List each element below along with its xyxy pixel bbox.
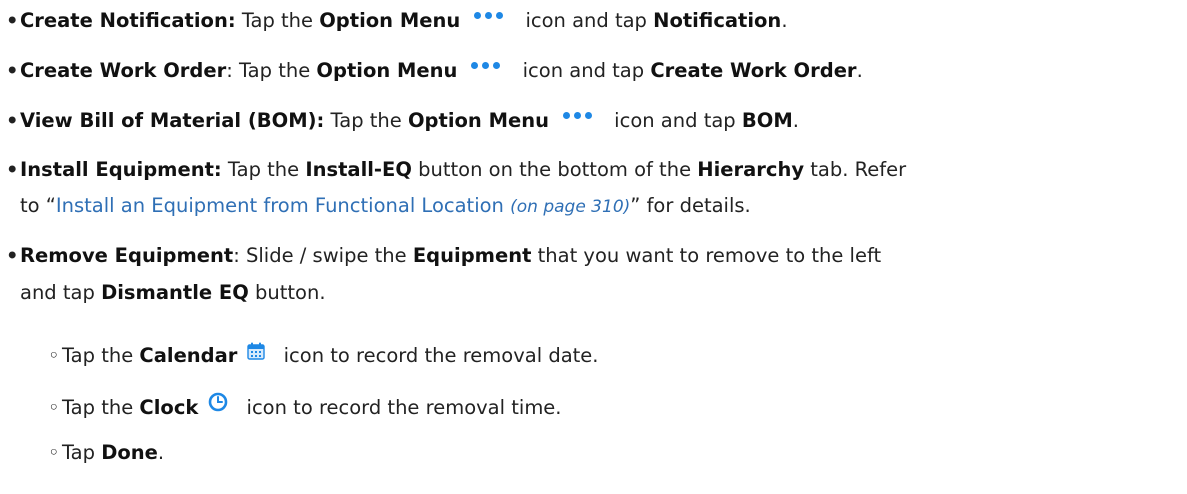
- bullet: •: [6, 158, 19, 181]
- three-dots-icon: [474, 12, 504, 19]
- bom-label: BOM: [741, 109, 793, 132]
- sub-bullet: ◦: [48, 344, 60, 367]
- done-label: Done: [101, 441, 158, 464]
- item-title: Create Work Order: [20, 59, 227, 82]
- bullet: •: [6, 59, 19, 82]
- list-item-view-bom: •View Bill of Material (BOM): Tap the Op…: [6, 109, 799, 132]
- calendar-label: Calendar: [139, 344, 238, 367]
- clock-icon: [208, 392, 228, 419]
- option-menu-label: Option Menu: [407, 109, 549, 132]
- install-equipment-link[interactable]: Install an Equipment from Functional Loc…: [56, 194, 630, 217]
- sub-item-calendar: ◦ Tap the Calendar icon to record the rem…: [48, 341, 599, 369]
- item-title: Remove Equipment: [20, 244, 234, 267]
- work-order-label: Create Work Order: [650, 59, 857, 82]
- equipment-label: Equipment: [412, 244, 532, 267]
- sub-bullet: ◦: [48, 396, 60, 419]
- bullet: •: [6, 9, 19, 32]
- option-menu-label: Option Menu: [316, 59, 458, 82]
- sub-item-done: ◦ Tap Done.: [48, 441, 165, 464]
- bullet: •: [6, 109, 19, 132]
- dismantle-eq-label: Dismantle EQ: [101, 281, 249, 304]
- list-item-install-equipment: •Install Equipment: Tap the Install-EQ b…: [6, 158, 907, 181]
- hierarchy-label: Hierarchy: [697, 158, 805, 181]
- three-dots-icon: [562, 112, 592, 119]
- bullet: •: [6, 244, 19, 267]
- calendar-icon: [247, 341, 266, 367]
- list-item-remove-equipment: •Remove Equipment: Slide / swipe the Equ…: [6, 244, 882, 267]
- list-item-remove-equipment-cont: and tap Dismantle EQ button.: [20, 281, 326, 304]
- install-eq-label: Install-EQ: [305, 158, 412, 181]
- item-title: Install Equipment:: [20, 158, 222, 181]
- notification-label: Notification: [653, 9, 782, 32]
- sub-bullet: ◦: [48, 441, 60, 464]
- sub-item-clock: ◦ Tap the Clock icon to record the remova…: [48, 392, 562, 421]
- list-item-create-work-order: •Create Work Order: Tap the Option Menu …: [6, 59, 863, 82]
- option-menu-label: Option Menu: [319, 9, 461, 32]
- list-item-install-equipment-cont: to “Install an Equipment from Functional…: [20, 194, 751, 217]
- clock-label: Clock: [139, 396, 199, 419]
- item-title: View Bill of Material (BOM):: [20, 109, 325, 132]
- three-dots-icon: [471, 62, 501, 69]
- item-title: Create Notification:: [20, 9, 236, 32]
- document-body: •Create Notification: Tap the Option Men…: [0, 0, 1187, 494]
- list-item-create-notification: •Create Notification: Tap the Option Men…: [6, 9, 788, 32]
